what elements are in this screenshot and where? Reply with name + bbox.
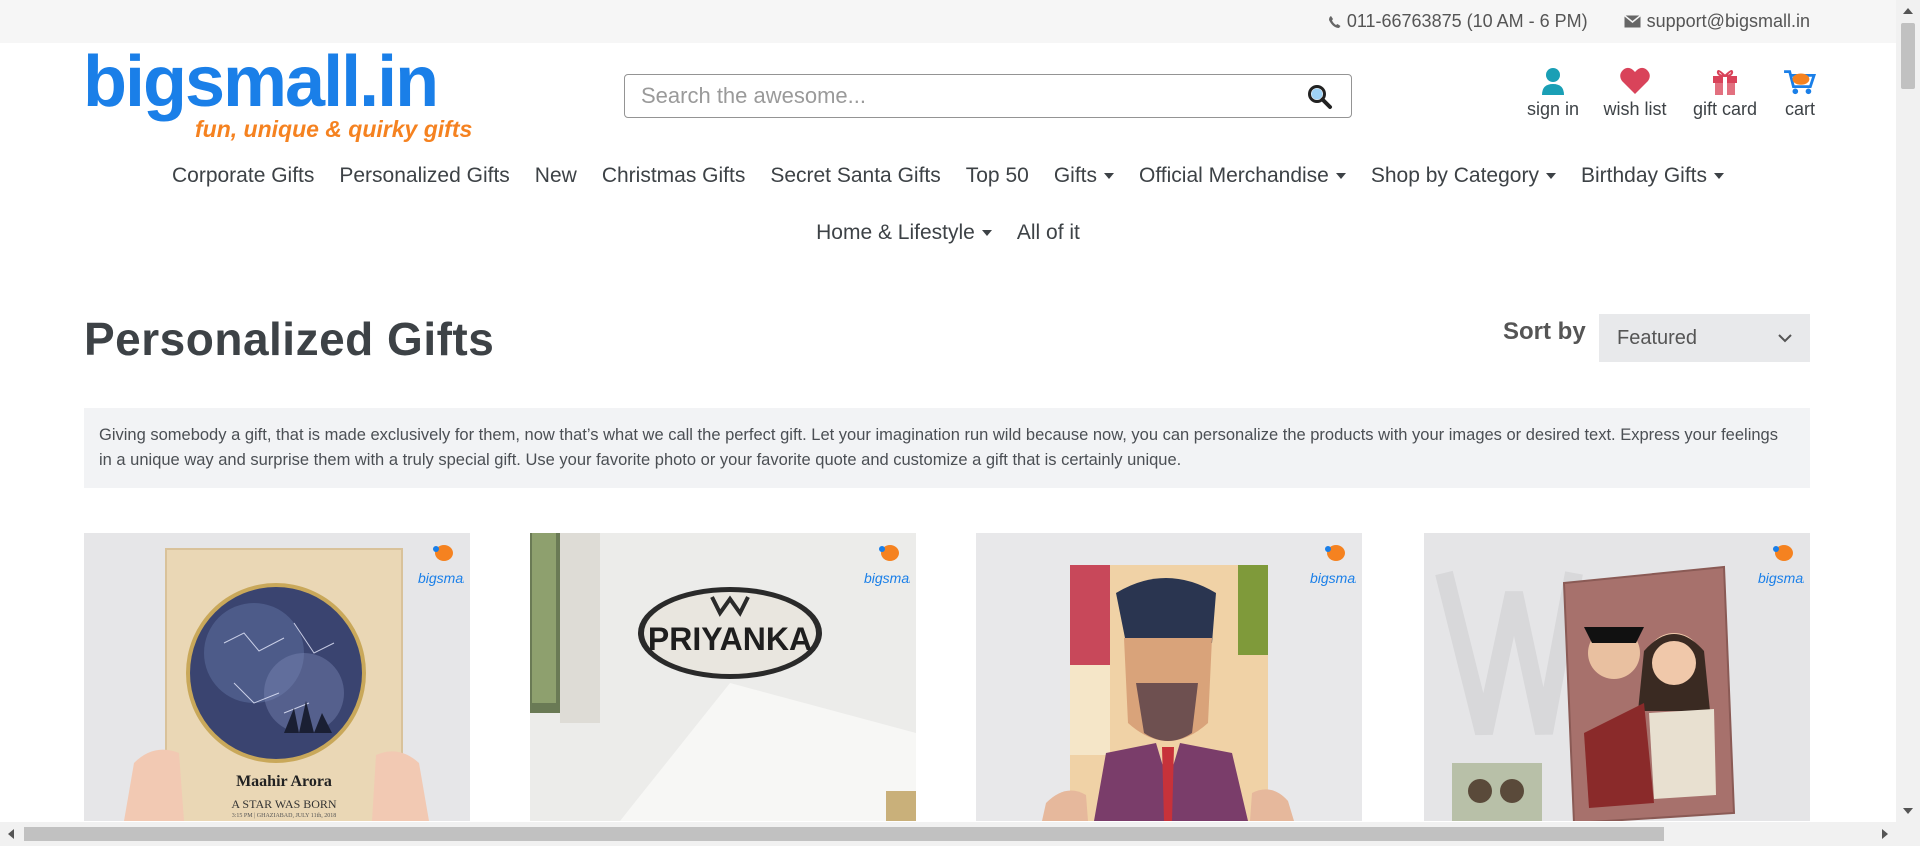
- chevron-down-icon: [1778, 333, 1792, 342]
- nav-row-primary: Corporate Gifts Personalized Gifts New Chri…: [0, 158, 1896, 215]
- nav-item-label: Christmas Gifts: [601, 164, 746, 187]
- nav-item-top-50[interactable]: Top 50: [966, 158, 1029, 194]
- nav-item-label: Shop by Category: [1370, 164, 1539, 187]
- horizontal-scrollbar[interactable]: [0, 822, 1920, 846]
- product-card[interactable]: Maahir Arora A STAR WAS BORN 3:15 PM | G…: [84, 533, 470, 821]
- product-card[interactable]: bigsmall: [976, 533, 1362, 821]
- site-logo[interactable]: bigsmall.in fun, unique & quirky gifts: [83, 46, 472, 142]
- caret-down-icon: [1545, 173, 1556, 179]
- nav-item-birthday-gifts[interactable]: Birthday Gifts: [1580, 158, 1725, 194]
- sort-dropdown[interactable]: Featured: [1599, 314, 1810, 362]
- product-image-caption-name: PRIYANKA: [647, 621, 813, 657]
- svg-text:bigsmall: bigsmall: [1310, 570, 1356, 586]
- cart-label: cart: [1784, 99, 1815, 119]
- gift-card-label: gift card: [1692, 99, 1758, 119]
- main-navigation: Corporate Gifts Personalized Gifts New Chri…: [0, 158, 1896, 272]
- top-bar: 011-66763875 (10 AM - 6 PM) support@bigs…: [0, 0, 1896, 43]
- nav-item-label: Secret Santa Gifts: [770, 164, 941, 187]
- caret-down-icon: [1714, 173, 1725, 179]
- caret-down-icon: [1335, 173, 1346, 179]
- nav-item-christmas-gifts[interactable]: Christmas Gifts: [602, 158, 746, 194]
- search-box: [624, 74, 1352, 118]
- gift-icon: [1713, 70, 1737, 95]
- email-contact[interactable]: support@bigsmall.in: [1623, 11, 1810, 32]
- nav-item-home-lifestyle[interactable]: Home & Lifestyle: [816, 215, 992, 251]
- caret-down-icon: [1103, 173, 1114, 179]
- sign-in-label: sign in: [1526, 99, 1580, 119]
- nav-item-label: Official Merchandise: [1138, 164, 1329, 187]
- nav-item-label: New: [534, 164, 577, 187]
- nav-item-official-merchandise[interactable]: Official Merchandise: [1139, 158, 1346, 194]
- vertical-scrollbar[interactable]: [1896, 0, 1920, 822]
- nav-item-gifts[interactable]: Gifts: [1054, 158, 1114, 194]
- cart-icon: [1784, 70, 1817, 95]
- vertical-scroll-thumb[interactable]: [1901, 23, 1915, 89]
- product-image-caption-name: Maahir Arora: [236, 773, 332, 790]
- nav-item-label: Birthday Gifts: [1580, 164, 1708, 187]
- nav-item-label: Corporate Gifts: [171, 164, 315, 187]
- user-icon: [1542, 68, 1564, 95]
- product-card[interactable]: bigsmall: [1424, 533, 1810, 821]
- nav-item-label: All of it: [1016, 221, 1080, 244]
- phone-contact[interactable]: 011-66763875 (10 AM - 6 PM): [1328, 11, 1588, 32]
- contact-info: 011-66763875 (10 AM - 6 PM) support@bigs…: [1328, 11, 1810, 32]
- logo-wordmark: bigsmall.in: [83, 42, 439, 122]
- scroll-right-arrow[interactable]: [1882, 829, 1888, 839]
- svg-text:bigsmall: bigsmall: [864, 570, 910, 586]
- search-icon: [1308, 85, 1332, 109]
- gift-card-link[interactable]: gift card: [1692, 66, 1758, 120]
- nav-item-all-of-it[interactable]: All of it: [1017, 215, 1080, 251]
- page-title: Personalized Gifts: [84, 313, 495, 365]
- bigsmall-badge-icon: bigsmall: [1758, 545, 1804, 586]
- sort-selected-value: Featured: [1617, 326, 1698, 349]
- search-input[interactable]: [625, 75, 1301, 117]
- product-image-caption-line: A STAR WAS BORN: [231, 797, 337, 811]
- sign-in-link[interactable]: sign in: [1520, 66, 1586, 120]
- nav-item-label: Top 50: [965, 164, 1029, 187]
- nav-item-personalized-gifts[interactable]: Personalized Gifts: [339, 158, 509, 194]
- collection-description: Giving somebody a gift, that is made exc…: [84, 408, 1810, 488]
- email-address: support@bigsmall.in: [1646, 11, 1810, 31]
- search-button[interactable]: [1307, 84, 1333, 110]
- svg-text:bigsmall: bigsmall: [1758, 570, 1804, 586]
- nav-item-corporate-gifts[interactable]: Corporate Gifts: [172, 158, 314, 194]
- sort-label: Sort by: [1503, 318, 1586, 345]
- nav-item-shop-by-category[interactable]: Shop by Category: [1371, 158, 1556, 194]
- wish-list-label: wish list: [1603, 99, 1667, 119]
- nav-item-secret-santa-gifts[interactable]: Secret Santa Gifts: [770, 158, 940, 194]
- header-actions: sign in wish list gift card cart: [1520, 66, 1820, 120]
- scroll-down-arrow[interactable]: [1903, 808, 1913, 814]
- phone-icon: [1328, 15, 1341, 28]
- product-image: [530, 533, 916, 821]
- horizontal-scroll-thumb[interactable]: [24, 827, 1664, 841]
- nav-item-new[interactable]: New: [535, 158, 577, 194]
- nav-row-secondary: Home & Lifestyle All of it: [0, 215, 1896, 272]
- product-image: [976, 533, 1362, 821]
- cart-link[interactable]: cart: [1780, 66, 1820, 120]
- phone-number: 011-66763875 (10 AM - 6 PM): [1346, 11, 1588, 31]
- logo-tagline: fun, unique & quirky gifts: [195, 116, 473, 142]
- nav-item-label: Home & Lifestyle: [816, 221, 975, 244]
- heart-icon: [1620, 67, 1650, 94]
- bigsmall-badge-icon: bigsmall: [864, 545, 910, 586]
- bigsmall-badge-icon: bigsmall: [418, 545, 464, 586]
- bigsmall-badge-icon: bigsmall: [1310, 545, 1356, 586]
- scroll-up-arrow[interactable]: [1903, 8, 1913, 14]
- wish-list-link[interactable]: wish list: [1602, 66, 1668, 120]
- nav-item-label: Gifts: [1053, 164, 1097, 187]
- caret-down-icon: [981, 230, 992, 236]
- product-image: [1424, 533, 1810, 821]
- mail-icon: [1623, 15, 1641, 28]
- nav-item-label: Personalized Gifts: [339, 164, 510, 187]
- svg-text:bigsmall: bigsmall: [418, 570, 464, 586]
- scroll-left-arrow[interactable]: [8, 829, 14, 839]
- product-grid: Maahir Arora A STAR WAS BORN 3:15 PM | G…: [84, 533, 1810, 821]
- product-image-caption-date: 3:15 PM | GHAZIABAD, JULY 11th, 2018: [231, 813, 337, 819]
- product-card[interactable]: PRIYANKA bigsmall: [530, 533, 916, 821]
